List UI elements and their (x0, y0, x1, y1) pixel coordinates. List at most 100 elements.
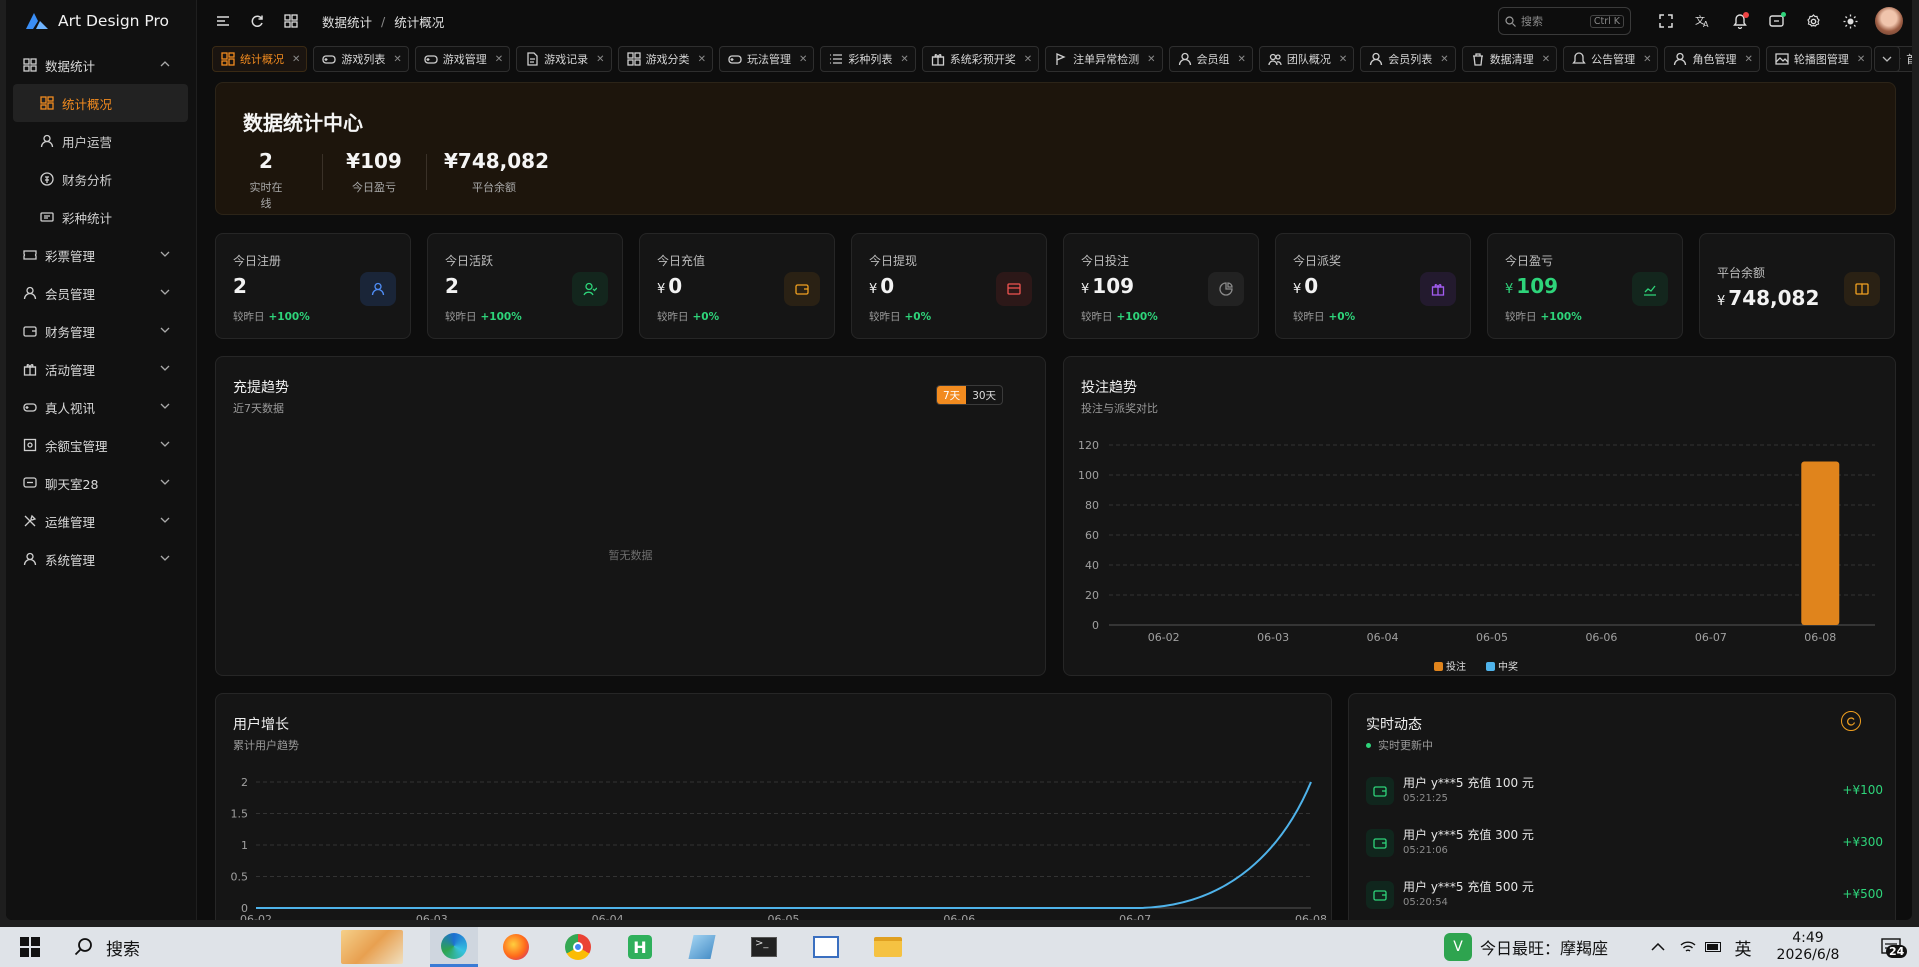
translate-icon[interactable]: 文A (1684, 0, 1721, 42)
tab-1[interactable]: 游戏列表 ✕ (313, 46, 409, 72)
chrome-icon[interactable] (554, 927, 602, 967)
close-icon[interactable]: ✕ (1147, 54, 1155, 65)
sidebar-subitem-2[interactable]: 财务分析 (6, 160, 196, 198)
news-app-icon[interactable] (802, 927, 850, 967)
tab-5[interactable]: 玩法管理 ✕ (718, 46, 815, 72)
sidebar-subitem-0[interactable]: 统计概况 (13, 84, 188, 122)
windows-start-icon[interactable] (8, 927, 52, 967)
weather-widget[interactable]: V 今日最旺：摩羯座 (1444, 927, 1624, 967)
card-compare: 较昨日 +100% (445, 309, 522, 324)
tab-13[interactable]: 公告管理 ✕ (1563, 46, 1659, 72)
tab-3[interactable]: 游戏记录 ✕ (516, 46, 612, 72)
close-icon[interactable]: ✕ (292, 54, 300, 65)
close-icon[interactable]: ✕ (596, 54, 604, 65)
logo[interactable]: Art Design Pro (6, 0, 196, 42)
range-30d-button[interactable]: 30天 (966, 386, 1002, 404)
card-compare-label: 较昨日 (1081, 311, 1113, 323)
wifi-icon[interactable] (1676, 927, 1700, 967)
avatar[interactable] (1875, 7, 1903, 35)
card-value-number: 0 (1304, 274, 1319, 298)
tab-11[interactable]: 会员列表 ✕ (1360, 46, 1456, 72)
fullscreen-icon[interactable] (1647, 0, 1684, 42)
clock[interactable]: 4:49 2026/6/8 (1762, 927, 1854, 967)
tab-2[interactable]: 游戏管理 ✕ (414, 46, 511, 72)
tab-label: 系统彩预开奖 (949, 53, 1016, 66)
chat-icon[interactable] (1758, 0, 1795, 42)
taskbar-search[interactable]: 搜索 (62, 927, 342, 967)
notepad-icon[interactable] (678, 927, 726, 967)
close-icon[interactable]: ✕ (1542, 54, 1550, 65)
close-icon[interactable]: ✕ (1440, 54, 1448, 65)
x-tick-label: 06-02 (1148, 631, 1180, 644)
sidebar-item-label: 余额宝管理 (45, 438, 108, 454)
sidebar-item-7[interactable]: 聊天室28 (6, 464, 196, 502)
range-7d-button[interactable]: 7天 (937, 386, 967, 404)
sidebar-item-5[interactable]: 真人视讯 (6, 388, 196, 426)
sidebar-item-8[interactable]: 运维管理 (6, 502, 196, 540)
sidebar-item-label: 财务管理 (45, 324, 96, 340)
chevron-up-icon[interactable] (1646, 927, 1670, 967)
firefox-icon[interactable] (492, 927, 540, 967)
tab-10[interactable]: 团队概况 ✕ (1258, 46, 1355, 72)
card-icon (996, 272, 1032, 306)
tab-label: 游戏管理 (442, 53, 487, 66)
card-value-number: 0 (668, 274, 683, 298)
close-icon[interactable]: ✕ (393, 54, 401, 65)
legend-label[interactable]: 中奖 (1498, 660, 1518, 673)
sidebar-subitem-3[interactable]: 彩种统计 (6, 198, 196, 236)
tab-4[interactable]: 游戏分类 ✕ (617, 46, 713, 72)
tab-0[interactable]: 统计概况 ✕ (212, 46, 308, 72)
bar-投注[interactable] (1801, 461, 1840, 626)
sidebar-item-9[interactable]: 系统管理 (6, 540, 196, 578)
widget-illustration-icon[interactable] (340, 927, 404, 967)
sidebar-item-4[interactable]: 活动管理 (6, 350, 196, 388)
tab-7[interactable]: 系统彩预开奖 ✕ (921, 46, 1040, 72)
tab-9[interactable]: 会员组 ✕ (1168, 46, 1253, 72)
close-icon[interactable]: ✕ (1024, 54, 1032, 65)
file-explorer-icon[interactable] (864, 927, 912, 967)
edge-browser-icon[interactable] (430, 927, 478, 967)
theme-sun-icon[interactable] (1832, 0, 1869, 42)
sidebar-item-3[interactable]: 财务管理 (6, 312, 196, 350)
close-icon[interactable]: ✕ (698, 54, 706, 65)
close-icon[interactable]: ✕ (1339, 54, 1347, 65)
close-icon[interactable]: ✕ (1643, 54, 1651, 65)
sidebar-subitem-label: 彩种统计 (62, 210, 113, 226)
sidebar-item-2[interactable]: 会员管理 (6, 274, 196, 312)
refresh-icon[interactable] (1841, 711, 1861, 731)
ime-indicator[interactable]: 英 (1730, 927, 1756, 967)
tab-12[interactable]: 数据清理 ✕ (1461, 46, 1558, 72)
close-icon[interactable]: ✕ (1857, 54, 1865, 65)
tab-8[interactable]: 注单异常检测 ✕ (1045, 46, 1163, 72)
legend-label[interactable]: 投注 (1446, 660, 1466, 673)
sidebar-subitem-1[interactable]: 用户运营 (6, 122, 196, 160)
sidebar-item-1[interactable]: 彩票管理 (6, 236, 196, 274)
terminal-icon[interactable]: >_ (740, 927, 788, 967)
tab-15[interactable]: 轮播图管理 ✕ (1765, 46, 1873, 72)
tab-14[interactable]: 角色管理 ✕ (1664, 46, 1760, 72)
breadcrumb-item[interactable]: 数据统计 (322, 12, 372, 31)
apps-grid-icon[interactable] (274, 0, 308, 42)
sidebar-item-0[interactable]: 数据统计 (6, 46, 196, 84)
tab-6[interactable]: 彩种列表 ✕ (820, 46, 916, 72)
battery-icon[interactable] (1702, 927, 1726, 967)
sidebar-item-6[interactable]: 余额宝管理 (6, 426, 196, 464)
sidebar-item-label: 数据统计 (45, 58, 96, 74)
notification-center-icon[interactable]: 24 (1866, 927, 1916, 967)
search-input[interactable]: 搜索 Ctrl K (1498, 7, 1631, 35)
chevron-down-icon[interactable] (1874, 46, 1900, 72)
close-icon[interactable]: ✕ (900, 54, 908, 65)
menu-toggle-icon[interactable] (206, 0, 240, 42)
close-icon[interactable]: ✕ (1744, 54, 1752, 65)
x-tick-label: 06-06 (1585, 631, 1617, 644)
settings-gear-icon[interactable] (1795, 0, 1832, 42)
y-tick-label: 80 (1085, 499, 1099, 512)
bell-icon[interactable] (1721, 0, 1758, 42)
refresh-icon[interactable] (240, 0, 274, 42)
close-icon[interactable]: ✕ (1238, 54, 1246, 65)
close-icon[interactable]: ✕ (495, 54, 503, 65)
y-tick-label: 100 (1078, 469, 1099, 482)
hbuilder-icon[interactable]: H (616, 927, 664, 967)
feed-time: 05:21:06 (1403, 845, 1448, 856)
close-icon[interactable]: ✕ (799, 54, 807, 65)
